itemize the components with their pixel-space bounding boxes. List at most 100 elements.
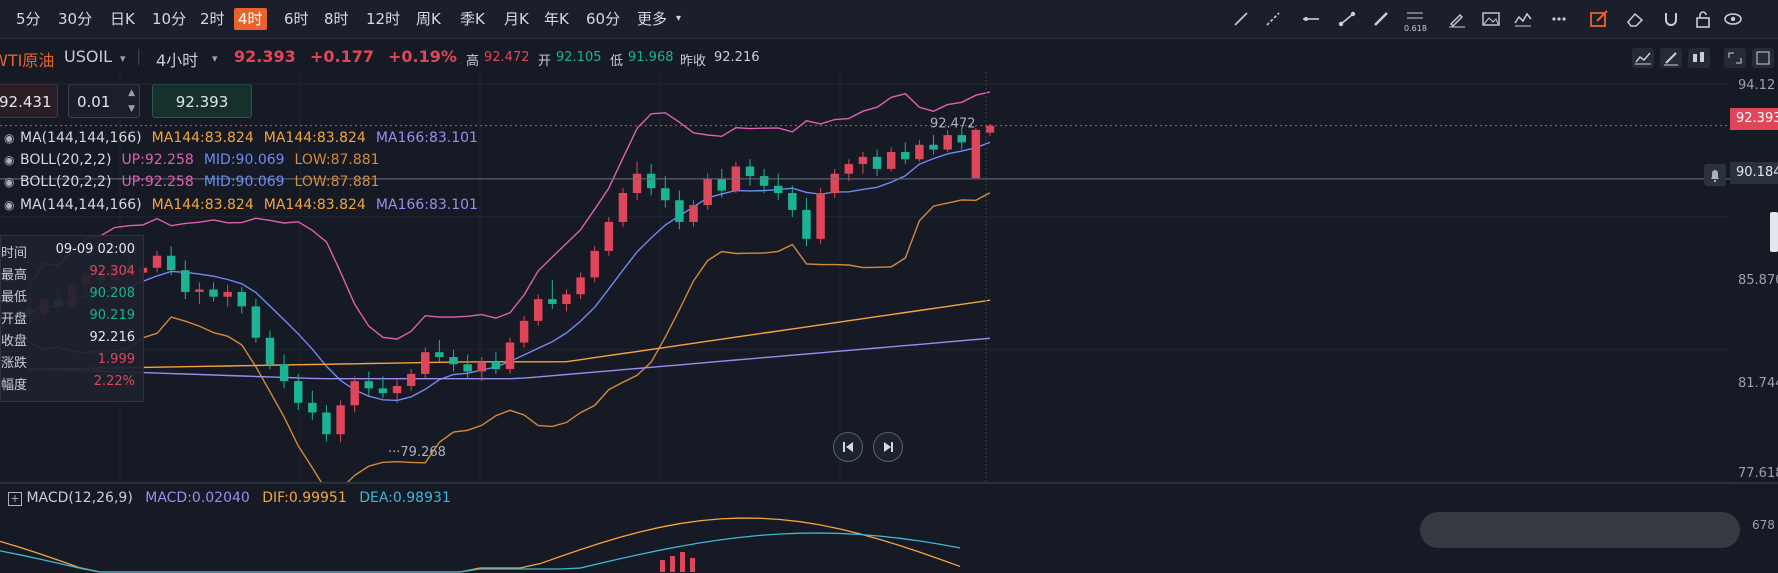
alert-bell-icon[interactable] (1704, 164, 1726, 186)
indicator-legend[interactable]: ◉ BOLL(20,2,2) UP:92.258 MID:90.069 LOW:87.8… (4, 150, 380, 170)
lock-icon[interactable] (1692, 9, 1714, 29)
visibility-eye-icon[interactable]: ◉ (4, 172, 20, 192)
eye-icon[interactable] (1722, 9, 1744, 29)
timeframe-1[interactable]: 30分 (54, 8, 96, 30)
fullscreen-icon[interactable] (1724, 48, 1746, 68)
candle-body (661, 188, 670, 201)
symbol-name[interactable]: WTI原油 (0, 47, 54, 71)
candle-body (604, 221, 614, 251)
visibility-eye-icon[interactable]: ◉ (4, 150, 20, 170)
indicator-value: MA144:83.824 (151, 197, 254, 213)
timeframe-14[interactable]: 更多 (633, 8, 671, 30)
ray-icon[interactable] (1262, 9, 1284, 29)
timeframe-12[interactable]: 年K (540, 8, 573, 30)
candle-body (858, 156, 868, 165)
divider: | (136, 46, 142, 65)
timeframe-5[interactable]: 4时 (234, 8, 267, 30)
timeframe-4[interactable]: 2时 (196, 8, 229, 30)
indicator-legend[interactable]: ◉ MA(144,144,166) MA144:83.824 MA144:83.824… (4, 195, 478, 215)
timeframe-10[interactable]: 季K (456, 8, 489, 30)
horizontal-line-icon[interactable] (1300, 9, 1322, 29)
prev-close-label: 昨收 (680, 54, 707, 69)
candle-body (943, 135, 952, 150)
timeframe-0[interactable]: 5分 (12, 8, 45, 30)
indicator-value: UP:92.258 (121, 152, 194, 168)
pen-icon[interactable] (1370, 9, 1392, 29)
symbol-dropdown-icon[interactable]: ▾ (120, 52, 126, 65)
candle-body (265, 337, 275, 365)
indicator-value: LOW:87.881 (294, 174, 380, 190)
timeframe-7[interactable]: 8时 (320, 8, 353, 30)
candle-body (449, 357, 458, 365)
macd-dea-line (0, 532, 961, 573)
trend-line-icon[interactable] (1230, 9, 1252, 29)
candle-body (675, 200, 684, 222)
price-change-pct: +0.19% (388, 47, 457, 66)
current-price: 92.393 (234, 47, 296, 66)
timeframe-9[interactable]: 周K (412, 8, 445, 30)
candle-body (788, 193, 797, 210)
candle-body (646, 173, 656, 189)
candle-body (717, 178, 726, 191)
expand-icon[interactable] (1752, 48, 1774, 68)
fibonacci-label: 0.618 (1404, 24, 1427, 33)
timeframe-6[interactable]: 6时 (280, 8, 313, 30)
candle-body (209, 289, 218, 297)
candle-body (745, 166, 755, 177)
segment-icon[interactable] (1336, 9, 1358, 29)
timeframe-8[interactable]: 12时 (362, 8, 404, 30)
timeframe-2[interactable]: 日K (106, 8, 139, 30)
candle-body (463, 364, 472, 372)
visibility-eye-icon[interactable]: ◉ (4, 128, 20, 148)
candle-body (901, 152, 910, 160)
chart-style-icon[interactable] (1632, 48, 1654, 68)
symbol-code[interactable]: USOIL (64, 47, 112, 66)
visibility-eye-icon[interactable]: ◉ (4, 195, 20, 215)
brush-icon[interactable] (1446, 9, 1468, 29)
tooltip-value: 90.219 (89, 308, 136, 323)
macd-dif-line (0, 517, 961, 573)
macd-histogram-bar (690, 558, 695, 572)
low-value: 91.968 (628, 50, 674, 65)
tooltip-value: 1.999 (97, 352, 135, 367)
collapse-icon[interactable]: + (8, 492, 22, 506)
tooltip-key: 时间 (1, 246, 28, 261)
line-price-tag: 90.184 (1730, 162, 1778, 184)
indicator-icon[interactable] (1688, 48, 1710, 68)
tooltip-value: 90.208 (89, 286, 136, 301)
interval-select[interactable]: 4小时 (156, 47, 198, 71)
pencil-icon[interactable] (1660, 48, 1682, 68)
candle-body (308, 402, 317, 413)
price-axis[interactable]: 94.12 85.870 81.744 77.618 92.393 90.184 (1730, 72, 1778, 482)
candle-body (759, 176, 769, 186)
indicator-name: MA(144,144,166) (20, 197, 142, 213)
high-label: 高 (466, 54, 480, 69)
timeframe-3[interactable]: 10分 (148, 8, 190, 30)
candle-body (406, 373, 416, 386)
image-icon[interactable] (1480, 9, 1502, 29)
candle-body (392, 385, 402, 394)
candle-body (816, 193, 825, 239)
scrollbar-handle[interactable] (1770, 212, 1778, 252)
interval-dropdown-icon[interactable]: ▾ (212, 52, 218, 65)
indicator-legend[interactable]: ◉ MA(144,144,166) MA144:83.824 MA144:83.824… (4, 128, 478, 148)
candle-body (576, 277, 585, 295)
eraser-icon[interactable] (1624, 9, 1646, 29)
wave-icon[interactable] (1512, 9, 1534, 29)
timeframe-11[interactable]: 月K (500, 8, 533, 30)
indicator-value: MA144:83.824 (263, 197, 366, 213)
scroll-right-button[interactable] (873, 432, 903, 462)
indicator-name: BOLL(20,2,2) (20, 174, 112, 190)
scroll-left-button[interactable] (833, 432, 863, 462)
indicator-legend[interactable]: ◉ BOLL(20,2,2) UP:92.258 MID:90.069 LOW:87.8… (4, 172, 380, 192)
more-dropdown-icon[interactable]: ▾ (672, 8, 685, 30)
pane-divider[interactable] (0, 482, 1778, 484)
edit-icon[interactable] (1588, 9, 1610, 29)
magnet-icon[interactable] (1660, 9, 1682, 29)
more-dots-icon[interactable] (1548, 9, 1570, 29)
tooltip-row: 涨跌 1.999 (1, 352, 143, 373)
candle-body (844, 164, 854, 174)
macd-histogram-bar (670, 556, 675, 572)
candle-body (378, 388, 388, 394)
timeframe-13[interactable]: 60分 (582, 8, 624, 30)
